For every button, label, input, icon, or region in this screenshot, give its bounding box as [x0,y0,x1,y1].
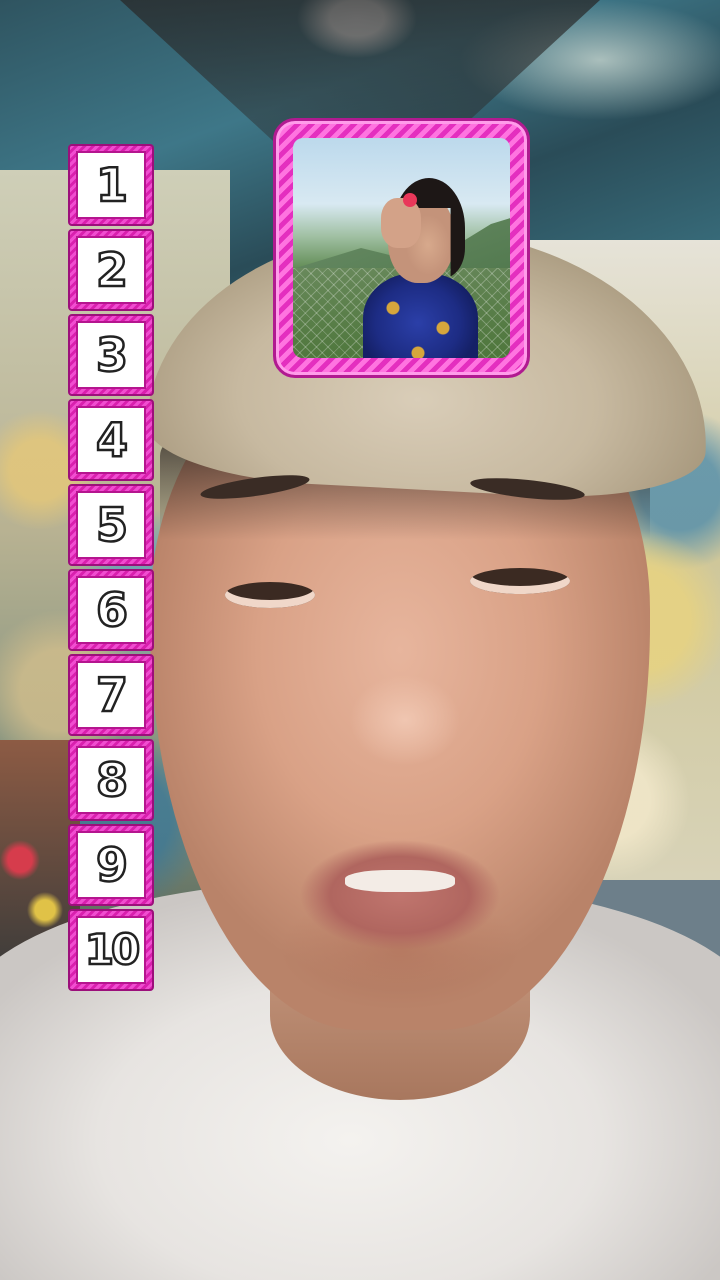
slot-number: 8 [95,753,130,807]
person-hand [381,198,421,248]
teeth [345,870,455,892]
slot-box: 1 [76,151,146,219]
ranking-slot-9[interactable]: 9 [68,824,154,906]
slot-box: 3 [76,321,146,389]
slot-box: 10 [76,916,146,984]
slot-number: 10 [84,925,142,974]
slot-box: 9 [76,831,146,899]
slot-number: 6 [95,583,130,637]
ranking-slot-2[interactable]: 2 [68,229,154,311]
left-eye [225,582,315,608]
ranking-slot-8[interactable]: 8 [68,739,154,821]
slot-number: 9 [95,838,130,892]
slot-number: 2 [95,243,130,297]
slot-box: 2 [76,236,146,304]
slot-box: 4 [76,406,146,474]
slot-number: 7 [95,668,130,722]
slot-number: 1 [95,158,130,212]
ranking-slot-3[interactable]: 3 [68,314,154,396]
slot-box: 5 [76,491,146,559]
dress-pattern [363,278,478,358]
photo-card-icon [293,138,510,358]
current-pick-card [273,118,530,378]
flower-icon [403,193,417,207]
slot-number: 5 [95,498,130,552]
ranking-slot-5[interactable]: 5 [68,484,154,566]
slot-box: 8 [76,746,146,814]
ranking-slot-7[interactable]: 7 [68,654,154,736]
ranking-slot-10[interactable]: 10 [68,909,154,991]
ranking-slot-4[interactable]: 4 [68,399,154,481]
slot-box: 6 [76,576,146,644]
right-eye [470,568,570,594]
ranking-slot-6[interactable]: 6 [68,569,154,651]
ranking-slot-1[interactable]: 1 [68,144,154,226]
slot-box: 7 [76,661,146,729]
nose [350,660,460,770]
mouth [300,840,500,950]
ranking-slot-column: 1 2 3 4 5 6 7 8 9 10 [68,144,154,994]
slot-number: 3 [95,328,130,382]
slot-number: 4 [95,413,130,467]
